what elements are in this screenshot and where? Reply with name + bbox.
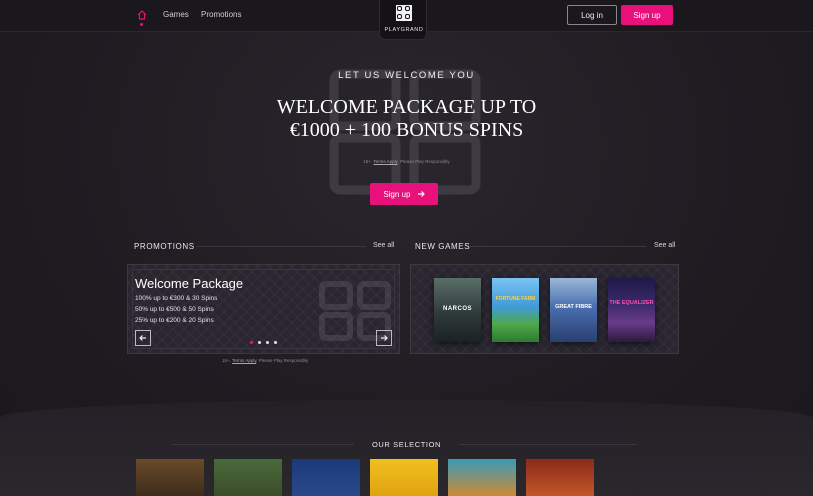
promotions-see-all-link[interactable]: See all	[373, 242, 394, 249]
playgrand-logo[interactable]: PLAYGRAND	[379, 0, 427, 40]
carousel-dot[interactable]	[274, 341, 277, 344]
active-nav-indicator	[140, 23, 143, 26]
game-tile-fortune-farm[interactable]: FORTUNE FARM	[492, 278, 539, 342]
game-tile-title: FORTUNE FARM	[495, 296, 536, 302]
selection-game-tile[interactable]	[526, 459, 594, 496]
hero-signup-label: Sign up	[383, 189, 411, 199]
promotion-line: 25% up to €200 & 20 Spins	[135, 317, 214, 324]
promotions-heading: PROMOTIONS	[134, 242, 195, 251]
selection-game-tile[interactable]	[136, 459, 204, 496]
signup-button[interactable]: Sign up	[621, 5, 673, 25]
our-selection-heading: OUR SELECTION	[371, 440, 442, 449]
hero-terms-suffix: Please Play Responsibly	[400, 159, 450, 164]
hero-terms-link[interactable]: Terms Apply	[373, 159, 397, 164]
hero-terms-prefix: 18+.	[363, 159, 373, 164]
hero-title-line-1: WELCOME PACKAGE UP TO	[276, 96, 537, 118]
promotion-title: Welcome Package	[135, 276, 244, 291]
hero-title-line-2: €1000 + 100 BONUS SPINS	[289, 119, 524, 141]
arrow-left-icon	[139, 335, 146, 341]
selection-game-tile[interactable]	[292, 459, 360, 496]
new-games-panel: NARCOS FORTUNE FARM GREAT FIBRE THE EQUA…	[410, 264, 679, 354]
promotion-terms-suffix: Please Play Responsibly	[258, 358, 309, 363]
hero-signup-button[interactable]: Sign up	[370, 183, 438, 205]
promotion-terms-link[interactable]: Terms Apply	[232, 358, 256, 363]
carousel-dot-active[interactable]	[250, 341, 253, 344]
promotion-card-welcome-package[interactable]: Welcome Package 100% up to €300 & 30 Spi…	[127, 264, 400, 354]
logo-mark-icon	[396, 5, 412, 21]
hero-kicker: LET US WELCOME YOU	[338, 70, 475, 81]
carousel-dot[interactable]	[258, 341, 261, 344]
selection-game-tile[interactable]	[214, 459, 282, 496]
game-tile-the-equalizer[interactable]: THE EQUALIZER	[608, 278, 655, 342]
carousel-dot[interactable]	[266, 341, 269, 344]
selection-divider-right	[459, 444, 637, 445]
home-icon[interactable]	[137, 9, 147, 21]
promotion-line: 50% up to €500 & 50 Spins	[135, 306, 214, 313]
promotion-terms-prefix: 18+.	[222, 358, 231, 363]
nav-games[interactable]: Games	[163, 10, 189, 19]
logo-text: PLAYGRAND	[384, 27, 424, 33]
carousel-next-button[interactable]	[376, 330, 392, 346]
game-tile-narcos[interactable]: NARCOS	[434, 278, 481, 342]
promotions-divider	[196, 246, 366, 247]
nav-promotions[interactable]: Promotions	[201, 10, 241, 19]
game-tile-title: GREAT FIBRE	[555, 304, 592, 310]
top-header: Games Promotions PLAYGRAND Log in Sign u…	[0, 0, 813, 40]
promotion-line: 100% up to €300 & 30 Spins	[135, 295, 218, 302]
carousel-prev-button[interactable]	[135, 330, 151, 346]
hero-terms: 18+. Terms Apply, Please Play Responsibl…	[363, 159, 450, 164]
game-tile-title: NARCOS	[442, 306, 472, 312]
login-button[interactable]: Log in	[567, 5, 617, 25]
new-games-divider	[470, 246, 646, 247]
page: Games Promotions PLAYGRAND Log in Sign u…	[0, 0, 813, 496]
arrow-right-icon	[381, 335, 388, 341]
selection-game-tile[interactable]	[370, 459, 438, 496]
game-tile-title: THE EQUALIZER	[609, 300, 654, 306]
hero-title: WELCOME PACKAGE UP TO €1000 + 100 BONUS …	[0, 96, 813, 142]
new-games-heading: NEW GAMES	[415, 242, 471, 251]
arrow-right-icon	[417, 190, 425, 197]
selection-game-tile[interactable]	[448, 459, 516, 496]
promotion-terms: 18+. Terms Apply, Please Play Responsibl…	[222, 358, 309, 363]
game-tile-great-fibre[interactable]: GREAT FIBRE	[550, 278, 597, 342]
new-games-see-all-link[interactable]: See all	[654, 242, 675, 249]
